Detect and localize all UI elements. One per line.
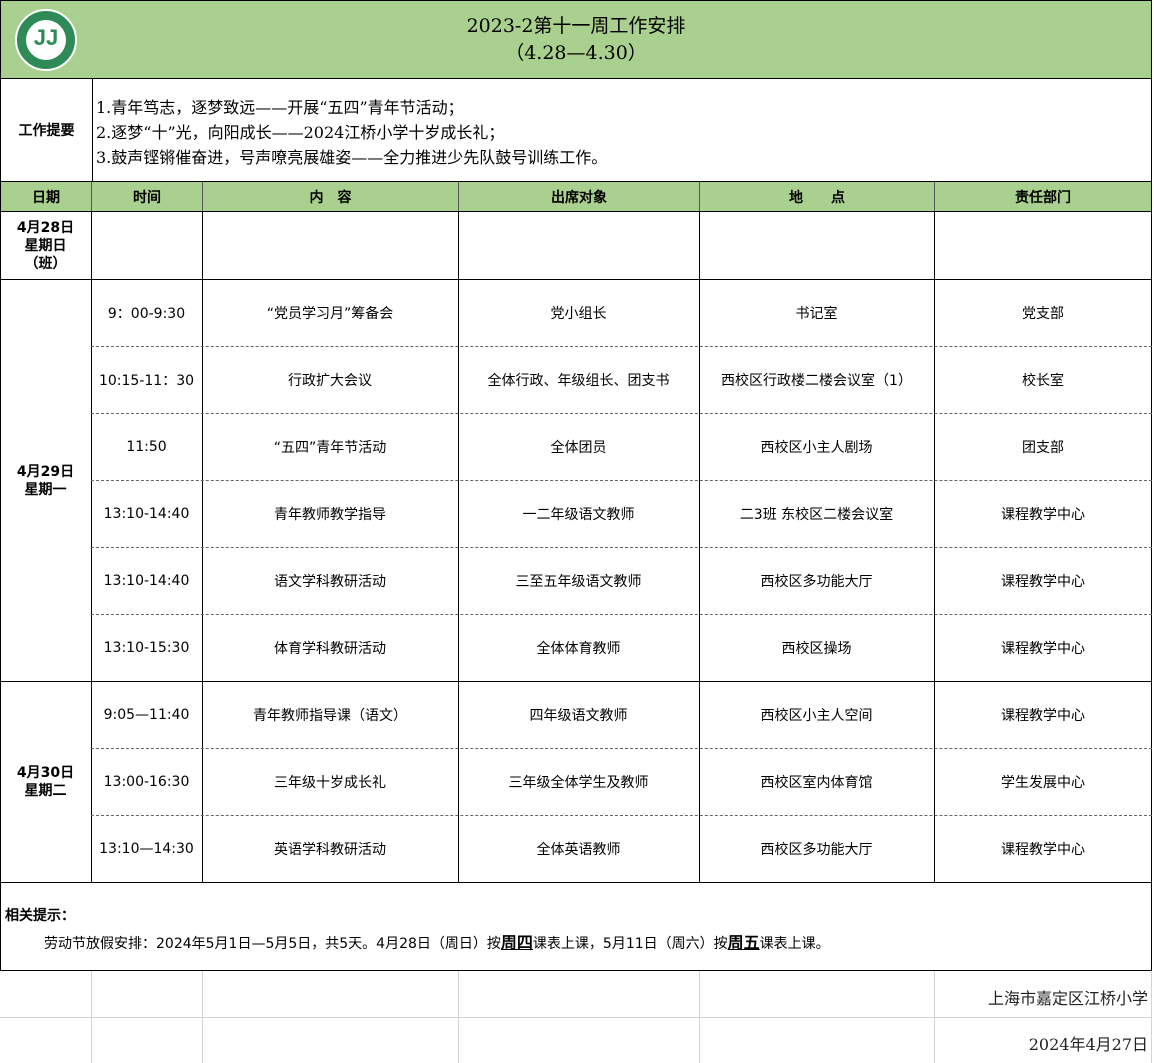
header-attendees: 出席对象 (459, 182, 700, 211)
row-location: 西校区多功能大厅 (760, 574, 873, 590)
row-dept: 团支部 (1022, 440, 1064, 456)
row-content: 英语学科教研活动 (274, 842, 386, 858)
summary-item: 1.青年笃志，逐梦致远——开展“五四”青年节活动； (96, 98, 464, 117)
row-content: “五四”青年节活动 (273, 440, 387, 456)
row-time: 13:10-15:30 (103, 640, 190, 656)
row-content: 三年级十岁成长礼 (274, 775, 386, 791)
header-content: 内 容 (203, 182, 459, 211)
row-location: 西校区小主人剧场 (760, 440, 873, 456)
row-time: 9:05—11:40 (103, 707, 190, 723)
row-location: 书记室 (795, 306, 838, 322)
tips-part-3: 课表上课。 (759, 936, 830, 952)
row-attendees: 四年级语文教师 (529, 708, 628, 724)
row-location: 西校区行政楼二楼会议室（1） (721, 373, 912, 389)
header-dept: 责任部门 (1015, 189, 1071, 206)
work-summary: 工作提要 1.青年笃志，逐梦致远——开展“五四”青年节活动； 2.逐梦“十”光，… (0, 79, 1152, 181)
title-line-1: 2023-2第十一周工作安排 (466, 15, 686, 37)
row-content: 青年教师教学指导 (274, 507, 386, 523)
row-attendees: 一二年级语文教师 (522, 507, 635, 523)
day-date: 4月28日 (16, 219, 75, 236)
tips-bold-1: 周四 (500, 933, 533, 952)
row-time: 13:10-14:40 (103, 506, 190, 522)
row-time: 11:50 (126, 439, 167, 455)
day-cell-0430: 4月30日 星期二 (0, 682, 91, 882)
row-attendees: 全体英语教师 (536, 842, 621, 858)
header-location: 地 点 (700, 182, 935, 211)
row-attendees: 党小组长 (550, 306, 607, 322)
row-content: 行政扩大会议 (288, 373, 372, 389)
title-line-2: （4.28—4.30） (505, 42, 647, 64)
row-location: 西校区小主人空间 (760, 708, 873, 724)
row-dept: 课程教学中心 (1001, 708, 1085, 724)
footer-school: 上海市嘉定区江桥小学 (987, 989, 1148, 1008)
day-date: 4月30日 (16, 765, 75, 781)
row-time: 10:15-11：30 (98, 373, 195, 389)
day-weekday: 星期日 (24, 237, 67, 254)
header-date: 日期 (1, 182, 92, 211)
row-location: 西校区操场 (781, 641, 852, 657)
tips-part-2: 课表上课，5月11日（周六）按 (532, 936, 728, 952)
tips-bold-2: 周五 (727, 933, 760, 952)
day-date: 4月29日 (16, 463, 75, 480)
row-content: 青年教师指导课（语文） (253, 708, 407, 724)
header-time: 时间 (92, 182, 203, 211)
row-attendees: 全体团员 (550, 440, 607, 456)
row-location: 二3班 东校区二楼会议室 (739, 507, 894, 523)
row-attendees: 全体行政、年级组长、团支书 (487, 373, 670, 389)
summary-label: 工作提要 (1, 79, 93, 181)
row-dept: 课程教学中心 (1001, 842, 1085, 858)
summary-item: 3.鼓声铿锵催奋进，号声嘹亮展雄姿——全力推进少先队鼓号训练工作。 (96, 148, 608, 167)
row-content: “党员学习月”筹备会 (266, 306, 394, 322)
row-dept: 课程教学中心 (1001, 507, 1085, 523)
row-attendees: 三年级全体学生及教师 (508, 775, 649, 791)
tips-text: 劳动节放假安排：2024年5月1日—5月5日，共5天。4月28日（周日）按周四课… (44, 929, 830, 953)
day-weekday: 星期一 (24, 481, 67, 498)
day-cell-0429: 4月29日 星期一 (0, 280, 91, 681)
row-dept: 校长室 (1022, 373, 1064, 389)
row-location: 西校区室内体育馆 (760, 775, 873, 791)
row-dept: 课程教学中心 (1001, 641, 1085, 657)
row-time: 13:00-16:30 (103, 774, 190, 790)
row-location: 西校区多功能大厅 (760, 842, 873, 858)
row-attendees: 全体体育教师 (536, 641, 621, 657)
tips-part-1: 劳动节放假安排：2024年5月1日—5月5日，共5天。4月28日（周日）按 (44, 936, 501, 952)
row-dept: 学生发展中心 (1001, 775, 1085, 791)
tips-title: 相关提示： (5, 908, 75, 924)
title-banner: JJ 2023-2第十一周工作安排 （4.28—4.30） (0, 0, 1152, 79)
day-note: （班） (24, 255, 67, 272)
page-title: 2023-2第十一周工作安排 （4.28—4.30） (1, 13, 1151, 67)
summary-item: 2.逐梦“十”光，向阳成长——2024江桥小学十岁成长礼； (96, 123, 505, 142)
table-header: 日期 时间 内 容 出席对象 地 点 责任部门 (0, 181, 1152, 212)
row-time: 9：00-9:30 (107, 306, 186, 322)
footer-date: 2024年4月27日 (1028, 1035, 1148, 1054)
row-dept: 党支部 (1022, 306, 1064, 322)
row-time: 13:10-14:40 (103, 573, 190, 589)
schedule-sheet: JJ 2023-2第十一周工作安排 （4.28—4.30） 工作提要 1.青年笃… (0, 0, 1154, 1063)
row-time: 13:10—14:30 (99, 841, 194, 857)
summary-list: 1.青年笃志，逐梦致远——开展“五四”青年节活动； 2.逐梦“十”光，向阳成长—… (96, 95, 607, 170)
row-content: 体育学科教研活动 (274, 641, 386, 657)
row-content: 语文学科教研活动 (274, 574, 386, 590)
row-dept: 课程教学中心 (1001, 574, 1085, 590)
row-attendees: 三至五年级语文教师 (515, 574, 642, 590)
day-cell-0428: 4月28日 星期日 （班） (0, 212, 91, 279)
day-weekday: 星期二 (24, 783, 67, 799)
